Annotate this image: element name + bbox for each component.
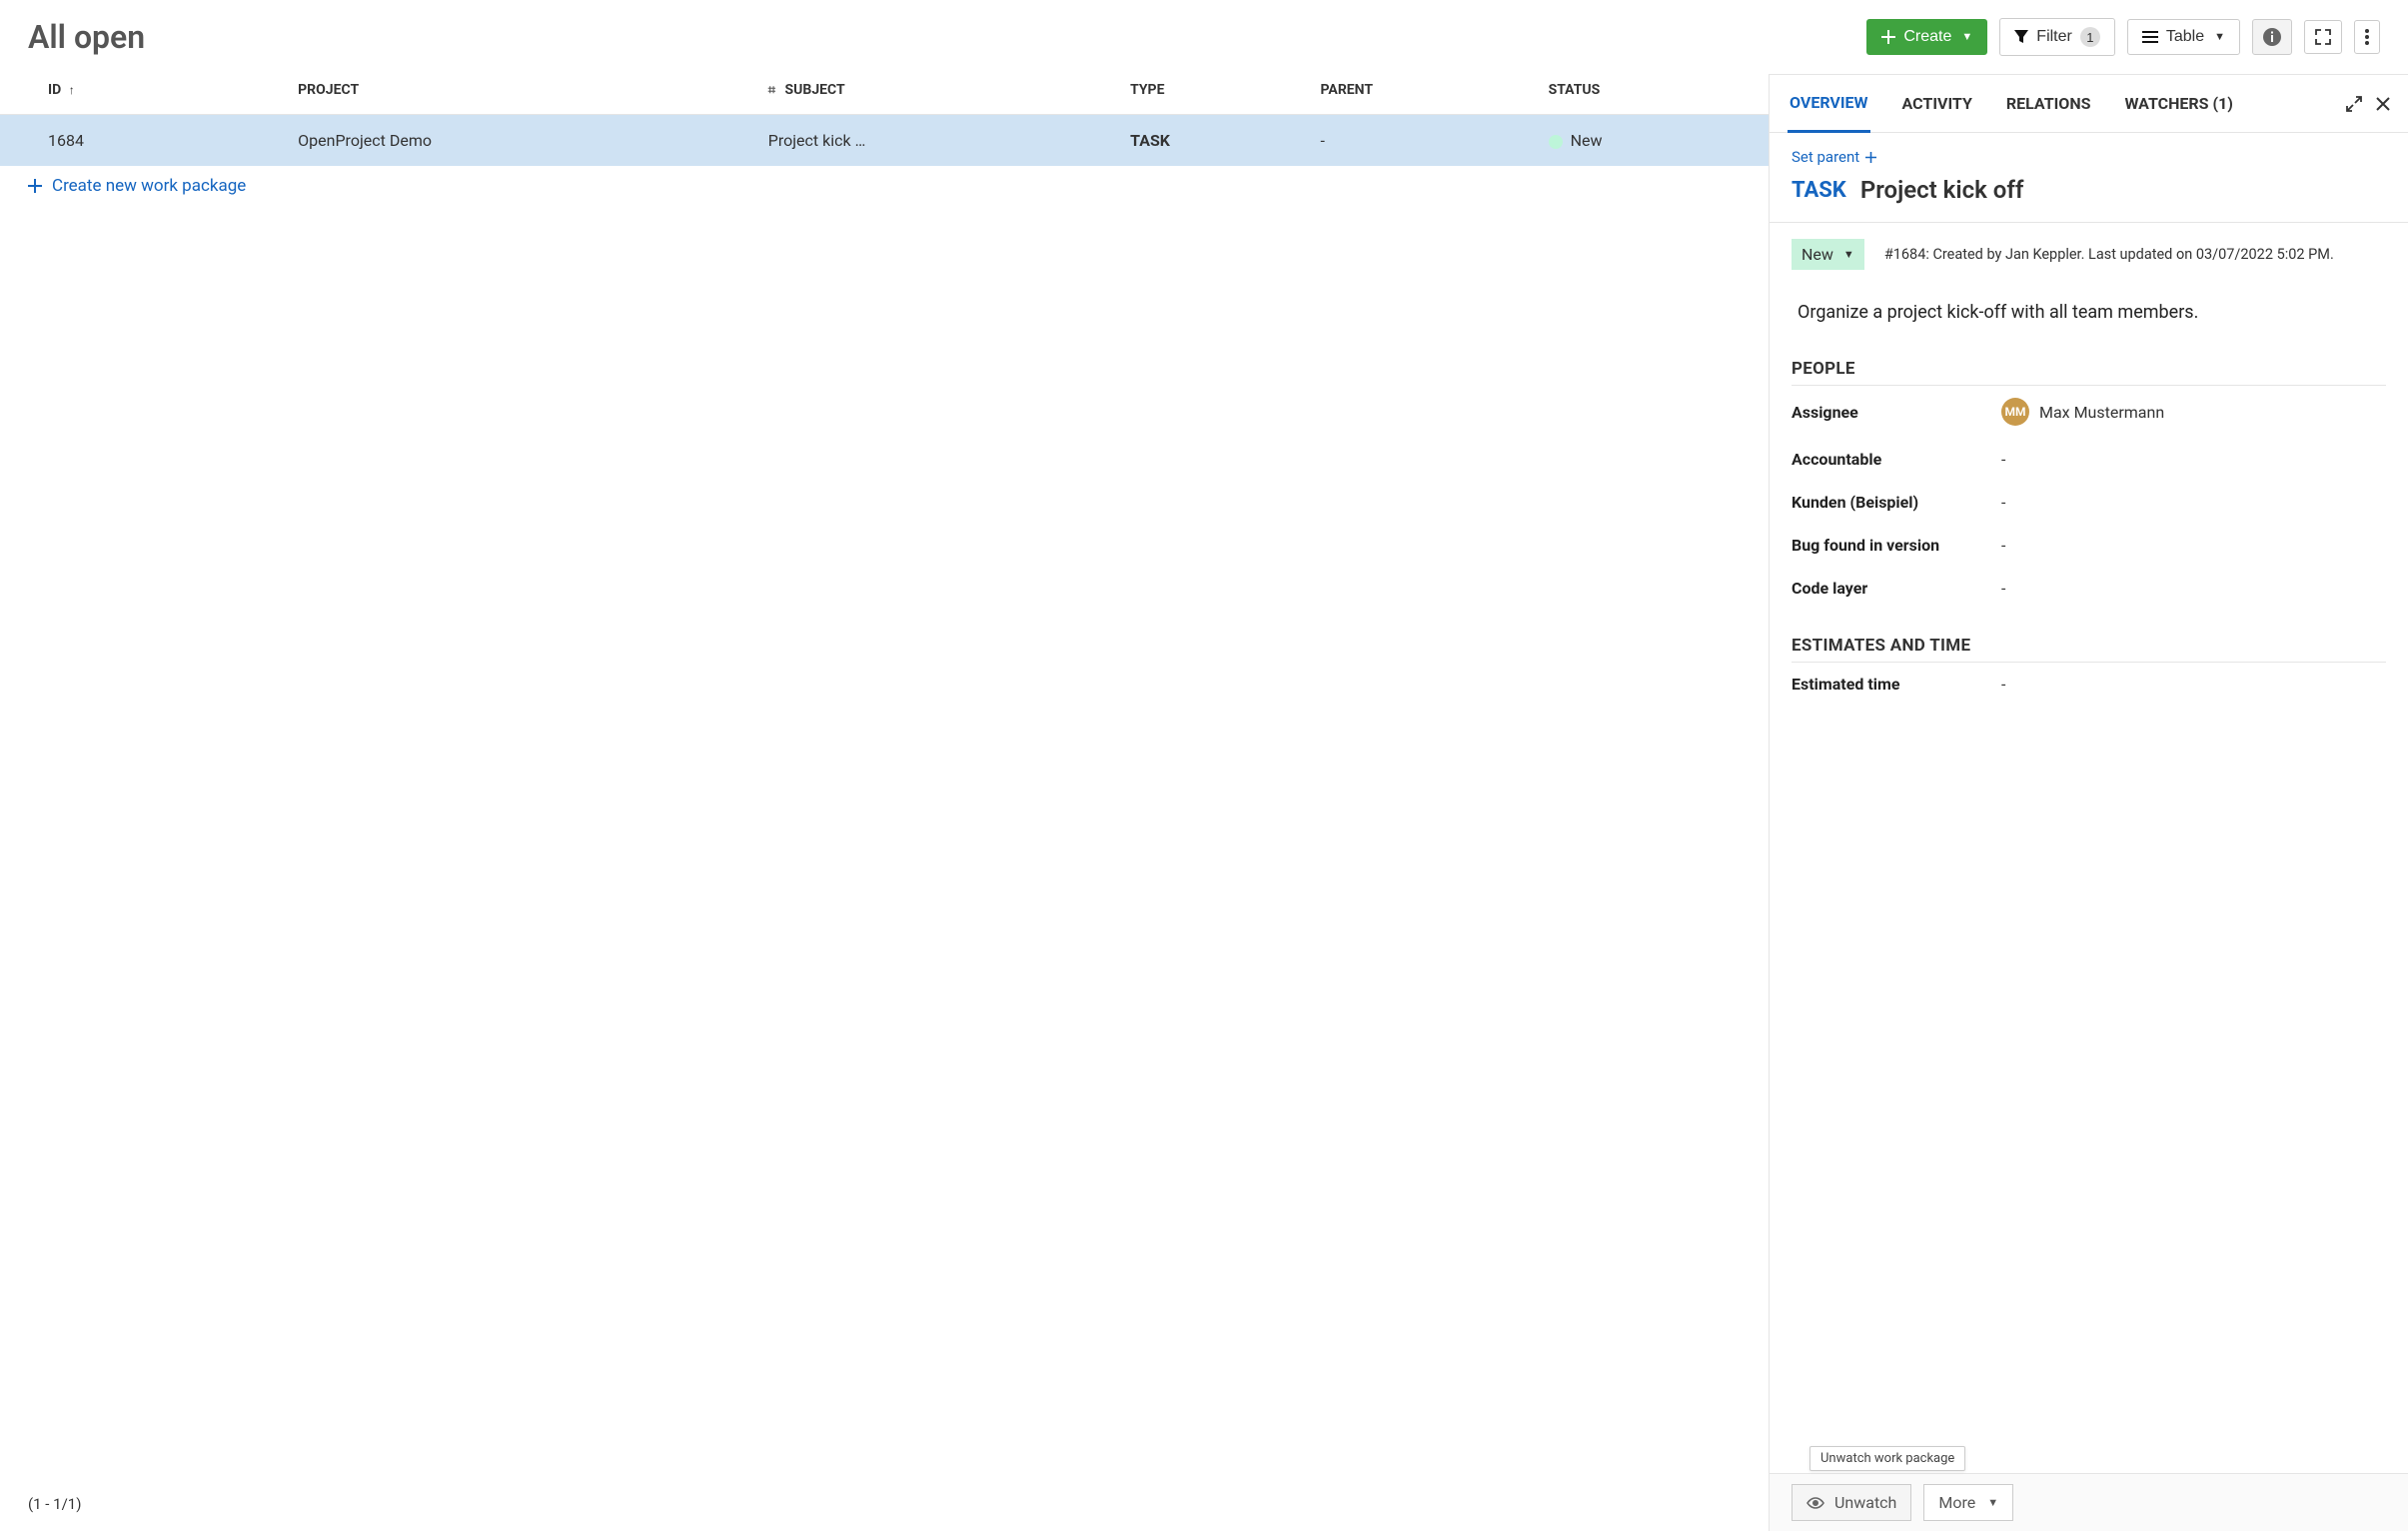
tab-relations[interactable]: RELATIONS — [2004, 76, 2093, 131]
filter-label: Filter — [2036, 28, 2072, 46]
fullscreen-button[interactable] — [2304, 20, 2342, 54]
cell-status-text: New — [1571, 131, 1603, 150]
cell-subject: Project kick … — [756, 115, 1118, 167]
filter-count-badge: 1 — [2080, 27, 2100, 47]
detail-pane: OVERVIEW ACTIVITY RELATIONS WATCHERS (1)… — [1769, 74, 2408, 1531]
funnel-icon — [2014, 30, 2028, 44]
more-menu-button[interactable] — [2354, 20, 2380, 54]
unwatch-button[interactable]: Unwatch — [1792, 1484, 1911, 1521]
field-code-label: Code layer — [1792, 579, 2001, 598]
create-work-package-link[interactable]: Create new work package — [0, 166, 1769, 206]
wp-description[interactable]: Organize a project kick-off with all tea… — [1792, 274, 2386, 333]
set-parent-label: Set parent — [1792, 148, 1859, 166]
status-selector[interactable]: New ▼ — [1792, 239, 1864, 270]
field-est-value[interactable]: - — [2001, 675, 2386, 694]
wp-subject[interactable]: Project kick off — [1860, 176, 2024, 204]
field-accountable-label: Accountable — [1792, 450, 2001, 469]
page-title: All open — [28, 18, 1854, 56]
hierarchy-icon: ⌗ — [768, 83, 775, 98]
info-button[interactable] — [2252, 19, 2292, 55]
status-text: New — [1802, 245, 1833, 264]
col-subject[interactable]: ⌗ SUBJECT — [756, 66, 1118, 115]
eye-icon — [1806, 1497, 1824, 1509]
more-button[interactable]: More ▼ — [1923, 1484, 2013, 1521]
field-assignee-value[interactable]: MM Max Mustermann — [2001, 398, 2386, 426]
cell-type: TASK — [1118, 115, 1308, 167]
plus-icon — [28, 179, 42, 193]
expand-detail-icon[interactable] — [2346, 96, 2362, 112]
work-package-table: ID ↑ PROJECT ⌗ SUBJECT TYPE PARENT STATU… — [0, 66, 1769, 166]
cell-status: New — [1537, 115, 1769, 167]
col-project[interactable]: PROJECT — [286, 66, 756, 115]
field-est-label: Estimated time — [1792, 675, 2001, 694]
caret-down-icon: ▼ — [1961, 31, 1972, 43]
pager-text: (1 - 1/1) — [0, 1485, 1769, 1531]
kebab-icon — [2365, 29, 2369, 45]
wp-type[interactable]: TASK — [1792, 178, 1846, 203]
field-assignee-label: Assignee — [1792, 403, 2001, 422]
col-status[interactable]: STATUS — [1537, 66, 1769, 115]
section-estimates: ESTIMATES AND TIME — [1792, 636, 2386, 663]
view-mode-label: Table — [2166, 28, 2204, 46]
col-id-label: ID — [48, 82, 61, 98]
tab-activity[interactable]: ACTIVITY — [1900, 76, 1974, 131]
more-label: More — [1938, 1493, 1975, 1512]
field-accountable-value[interactable]: - — [2001, 450, 2386, 469]
field-kunden-value[interactable]: - — [2001, 493, 2386, 512]
col-parent[interactable]: PARENT — [1309, 66, 1537, 115]
section-people: PEOPLE — [1792, 359, 2386, 386]
create-button[interactable]: Create ▼ — [1866, 19, 1987, 55]
assignee-name: Max Mustermann — [2039, 403, 2164, 422]
cell-parent: - — [1309, 115, 1537, 167]
cell-project: OpenProject Demo — [286, 115, 756, 167]
table-row[interactable]: 1684 OpenProject Demo Project kick … TAS… — [0, 115, 1769, 167]
field-kunden-label: Kunden (Beispiel) — [1792, 493, 2001, 512]
unwatch-tooltip: Unwatch work package — [1809, 1446, 1965, 1471]
plus-icon — [1881, 30, 1895, 44]
info-icon — [2263, 28, 2281, 46]
set-parent-link[interactable]: Set parent — [1792, 148, 1876, 166]
tab-overview[interactable]: OVERVIEW — [1788, 75, 1870, 133]
expand-icon — [2315, 29, 2331, 45]
create-work-package-label: Create new work package — [52, 176, 246, 196]
wp-meta-text: #1684: Created by Jan Keppler. Last upda… — [1884, 246, 2334, 263]
avatar: MM — [2001, 398, 2029, 426]
sort-asc-icon: ↑ — [69, 83, 75, 97]
close-detail-icon[interactable] — [2376, 97, 2390, 111]
col-id[interactable]: ID ↑ — [0, 66, 286, 115]
view-mode-button[interactable]: Table ▼ — [2127, 19, 2240, 55]
caret-down-icon: ▼ — [1987, 1496, 1998, 1509]
col-type[interactable]: TYPE — [1118, 66, 1308, 115]
plus-icon — [1865, 152, 1876, 163]
filter-button[interactable]: Filter 1 — [1999, 18, 2115, 56]
unwatch-label: Unwatch — [1834, 1493, 1896, 1512]
list-icon — [2142, 30, 2158, 44]
cell-id: 1684 — [0, 115, 286, 167]
caret-down-icon: ▼ — [2214, 31, 2225, 43]
field-code-value[interactable]: - — [2001, 579, 2386, 598]
status-dot-icon — [1549, 135, 1563, 149]
create-label: Create — [1903, 28, 1951, 46]
field-bug-label: Bug found in version — [1792, 536, 2001, 555]
caret-down-icon: ▼ — [1843, 248, 1854, 261]
field-bug-value[interactable]: - — [2001, 536, 2386, 555]
col-subject-label: SUBJECT — [785, 82, 845, 98]
tab-watchers[interactable]: WATCHERS (1) — [2122, 76, 2234, 131]
